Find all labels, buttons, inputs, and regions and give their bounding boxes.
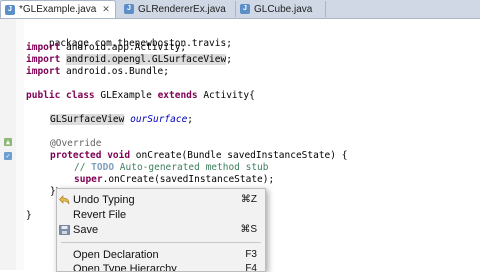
tab-glrendererex[interactable]: J GLRendererEx.java: [120, 1, 236, 17]
semicolon: ;: [226, 54, 232, 65]
tab-label: GLRendererEx.java: [138, 3, 226, 15]
code-line: super.onCreate(savedInstanceState);: [74, 173, 274, 187]
import-path: android.app.Activity;: [60, 42, 187, 53]
java-file-icon: J: [5, 4, 15, 15]
menu-item-label: Undo Typing: [73, 194, 135, 206]
tab-label: GLCube.java: [254, 3, 313, 15]
folding-ruler: [16, 19, 24, 270]
code-line: package com.thenewboston.travis;: [26, 23, 232, 49]
method-call: .onCreate(savedInstanceState);: [102, 174, 275, 185]
keyword: protected void: [50, 150, 131, 161]
todo-tag: TODO: [91, 162, 115, 173]
closing-brace: }: [26, 210, 32, 221]
comment: //: [74, 162, 92, 173]
keyword: import: [26, 42, 61, 53]
tab-glcube[interactable]: J GLCube.java: [236, 1, 326, 17]
undo-icon: [59, 195, 70, 205]
menu-item-shortcut: ⌘S: [240, 224, 257, 235]
keyword: import: [26, 54, 61, 65]
keyword: extends: [157, 90, 198, 101]
code-line: public class GLExample extends Activity{: [26, 89, 255, 103]
code-line: }: [26, 209, 32, 223]
import-path: android.os.Bundle;: [60, 66, 169, 77]
menu-item-label: Save: [73, 224, 99, 236]
comment: Auto-generated method stub: [114, 162, 269, 173]
menu-item-revert-file[interactable]: Revert File: [57, 207, 265, 223]
tab-label: *GLExample.java: [19, 4, 97, 15]
highlighted-occurrence: GLSurfaceView: [50, 114, 125, 125]
menu-item-save[interactable]: Save ⌘S: [57, 222, 265, 238]
override-marker-icon[interactable]: ▲: [4, 138, 12, 146]
java-file-icon: J: [240, 4, 250, 14]
class-name: GLExample: [94, 90, 158, 101]
code-line: GLSurfaceView ourSurface;: [50, 113, 193, 127]
field-name: ourSurface: [130, 114, 188, 125]
menu-item-undo-typing[interactable]: Undo Typing ⌘Z: [57, 192, 265, 208]
tab-glexample[interactable]: J *GLExample.java ✕: [0, 0, 116, 18]
context-menu: Undo Typing ⌘Z Revert File Save ⌘S Open …: [56, 188, 266, 272]
highlighted-occurrence: android.opengl.GLSurfaceView: [66, 54, 227, 65]
save-icon: [59, 225, 70, 235]
task-marker-icon[interactable]: ✓: [4, 152, 12, 160]
close-icon[interactable]: ✕: [102, 4, 110, 15]
keyword: public class: [26, 90, 95, 101]
keyword: super: [74, 174, 103, 185]
annotation: @Override: [50, 138, 102, 149]
superclass: Activity{: [197, 90, 255, 101]
java-file-icon: J: [124, 4, 134, 14]
editor-tab-bar: J *GLExample.java ✕ J GLRendererEx.java …: [0, 0, 480, 19]
keyword: import: [26, 66, 61, 77]
code-line: import android.os.Bundle;: [26, 65, 169, 79]
menu-item-shortcut: ⌘Z: [240, 194, 257, 205]
semicolon: ;: [187, 114, 194, 125]
method-signature: onCreate(Bundle savedInstanceState) {: [130, 150, 348, 161]
menu-separator: [61, 242, 261, 243]
menu-item-label: Revert File: [73, 209, 127, 221]
